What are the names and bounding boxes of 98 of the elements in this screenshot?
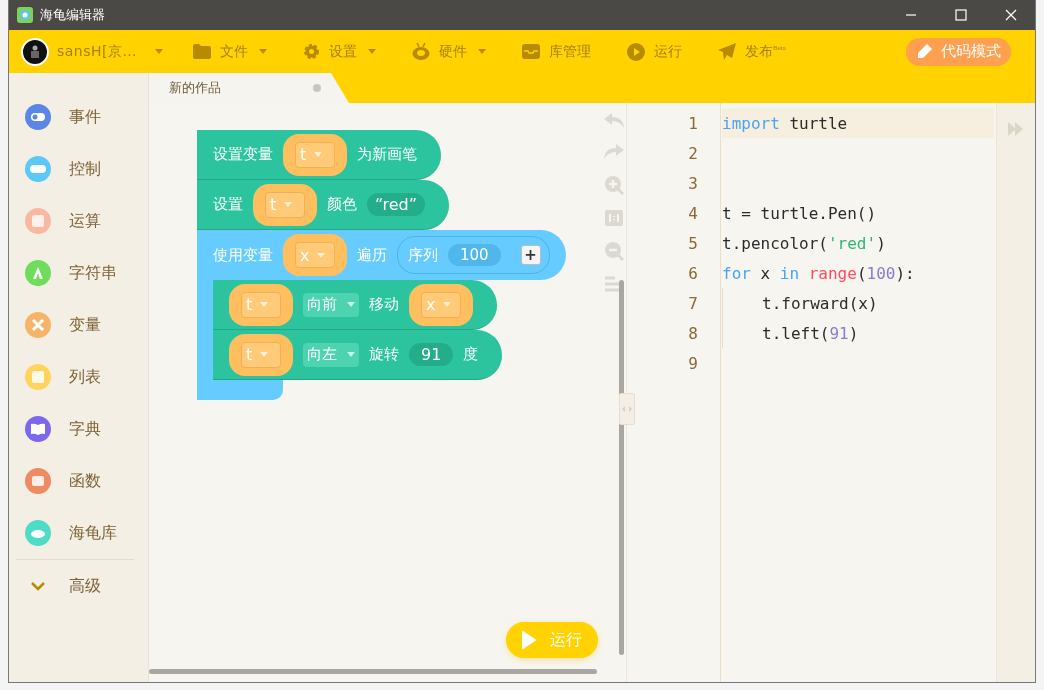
- inbox-icon: [522, 44, 541, 59]
- direction-dropdown[interactable]: 向左: [303, 342, 359, 367]
- category-item[interactable]: 事件: [9, 91, 148, 143]
- caret-icon: [347, 352, 355, 357]
- file-tab[interactable]: 新的作品: [149, 73, 349, 103]
- caret-icon: [368, 49, 377, 54]
- toolbar-menu-item[interactable]: 文件: [193, 42, 268, 61]
- line-number: 6: [687, 263, 698, 283]
- expand-icon[interactable]: [1008, 121, 1024, 137]
- category-item[interactable]: 海龟库: [9, 507, 148, 559]
- block-label: 旋转: [369, 345, 399, 364]
- pencil-icon: [916, 43, 933, 60]
- block-label: 度: [463, 345, 479, 364]
- code-line: t.pencolor('red'): [722, 232, 886, 255]
- maximize-icon[interactable]: [955, 9, 967, 21]
- code-line: for x in range(100):: [722, 262, 915, 285]
- line-number: 9: [687, 353, 698, 373]
- play-icon: [522, 631, 536, 649]
- toolbar-menu-item[interactable]: 运行: [627, 42, 683, 61]
- line-number: 5: [687, 233, 698, 253]
- line-number: 2: [687, 143, 698, 163]
- add-button[interactable]: +: [520, 245, 541, 265]
- line-number: 1: [687, 113, 698, 133]
- undo-icon[interactable]: [604, 113, 624, 129]
- run-button[interactable]: 运行: [506, 622, 598, 658]
- code-line: t.left(91): [722, 318, 859, 348]
- caret-icon: [314, 152, 323, 157]
- caret-icon: [284, 202, 293, 207]
- block-label: 使用变量: [213, 245, 273, 265]
- line-number: 7: [687, 293, 698, 313]
- variable-dropdown[interactable]: x: [409, 283, 473, 326]
- line-number: 8: [687, 323, 698, 343]
- variable-dropdown[interactable]: t: [229, 333, 293, 376]
- block-label: 移动: [369, 295, 399, 314]
- user-menu[interactable]: sansH[京…: [21, 37, 164, 66]
- caret-icon: [259, 49, 268, 54]
- close-icon[interactable]: [1005, 9, 1017, 21]
- block-label: 序列: [408, 245, 438, 265]
- gear-icon: [303, 43, 321, 60]
- splitter-handle[interactable]: [619, 393, 635, 425]
- toolbar-menu-item[interactable]: 硬件: [412, 42, 487, 61]
- code-mode-button[interactable]: 代码模式: [906, 37, 1011, 66]
- variable-dropdown[interactable]: t: [253, 183, 317, 226]
- category-item[interactable]: 列表: [9, 351, 148, 403]
- block-label: 遍历: [357, 245, 387, 265]
- category-item[interactable]: 控制: [9, 143, 148, 195]
- statement-block[interactable]: 设置 t 颜色 “red”: [197, 180, 449, 230]
- block-label: 为新画笔: [357, 145, 417, 164]
- category-item[interactable]: 字符串: [9, 247, 148, 299]
- caret-icon: [260, 352, 269, 357]
- category-item[interactable]: 字典: [9, 403, 148, 455]
- category-item[interactable]: 变量: [9, 299, 148, 351]
- window-title: 海龟编辑器: [40, 6, 105, 24]
- statement-block[interactable]: 设置变量 t 为新画笔: [197, 130, 441, 180]
- reset-zoom-icon[interactable]: [605, 210, 623, 226]
- caret-icon: [443, 302, 452, 307]
- caret-icon: [347, 302, 355, 307]
- toolbar-menu-item[interactable]: 库管理: [522, 42, 592, 61]
- line-number: 4: [687, 203, 698, 223]
- number-value[interactable]: 91: [409, 343, 454, 366]
- caret-icon: [155, 49, 164, 54]
- folder-icon: [193, 44, 212, 59]
- toolbar-menu-item[interactable]: 发布$^{Beta}$: [718, 42, 786, 61]
- zoom-in-icon[interactable]: [604, 175, 624, 195]
- caret-icon: [478, 49, 487, 54]
- statement-block[interactable]: t 向左 旋转 91 度: [213, 330, 503, 380]
- direction-dropdown[interactable]: 向前: [303, 292, 359, 317]
- block-label: 设置: [213, 195, 243, 214]
- block-label: 颜色: [327, 195, 357, 214]
- redo-icon[interactable]: [604, 144, 624, 160]
- statement-block[interactable]: t 向前 移动 x: [213, 280, 497, 330]
- horizontal-scrollbar[interactable]: [149, 669, 597, 674]
- code-line: import turtle: [722, 112, 848, 135]
- app-icon: [17, 7, 33, 23]
- category-item[interactable]: 函数: [9, 455, 148, 507]
- code-line: t.forward(x): [722, 288, 878, 318]
- unsaved-dot-icon: [313, 84, 321, 92]
- vertical-scrollbar[interactable]: [619, 280, 624, 655]
- caret-icon: [260, 302, 269, 307]
- caret-icon: [317, 252, 326, 258]
- robot-icon: [412, 43, 431, 60]
- send-icon: [718, 43, 737, 60]
- code-line: t = turtle.Pen(): [722, 202, 877, 225]
- toolbar-menu-item[interactable]: 设置: [303, 42, 377, 61]
- variable-dropdown[interactable]: t: [283, 133, 347, 176]
- variable-dropdown[interactable]: t: [229, 283, 293, 326]
- category-item[interactable]: 运算: [9, 195, 148, 247]
- variable-dropdown[interactable]: x: [283, 234, 347, 276]
- resize-arrows-icon: [622, 406, 632, 412]
- play-icon: [627, 42, 646, 61]
- avatar-icon: [21, 37, 49, 66]
- string-value[interactable]: “red”: [367, 193, 425, 216]
- block-label: 设置变量: [213, 145, 273, 164]
- number-value[interactable]: 100: [448, 244, 501, 266]
- line-number: 3: [687, 173, 698, 193]
- zoom-out-icon[interactable]: [604, 241, 624, 261]
- advanced-toggle[interactable]: 高级: [9, 560, 148, 612]
- loop-block[interactable]: 使用变量 x 遍历 序列 100 +: [197, 230, 566, 280]
